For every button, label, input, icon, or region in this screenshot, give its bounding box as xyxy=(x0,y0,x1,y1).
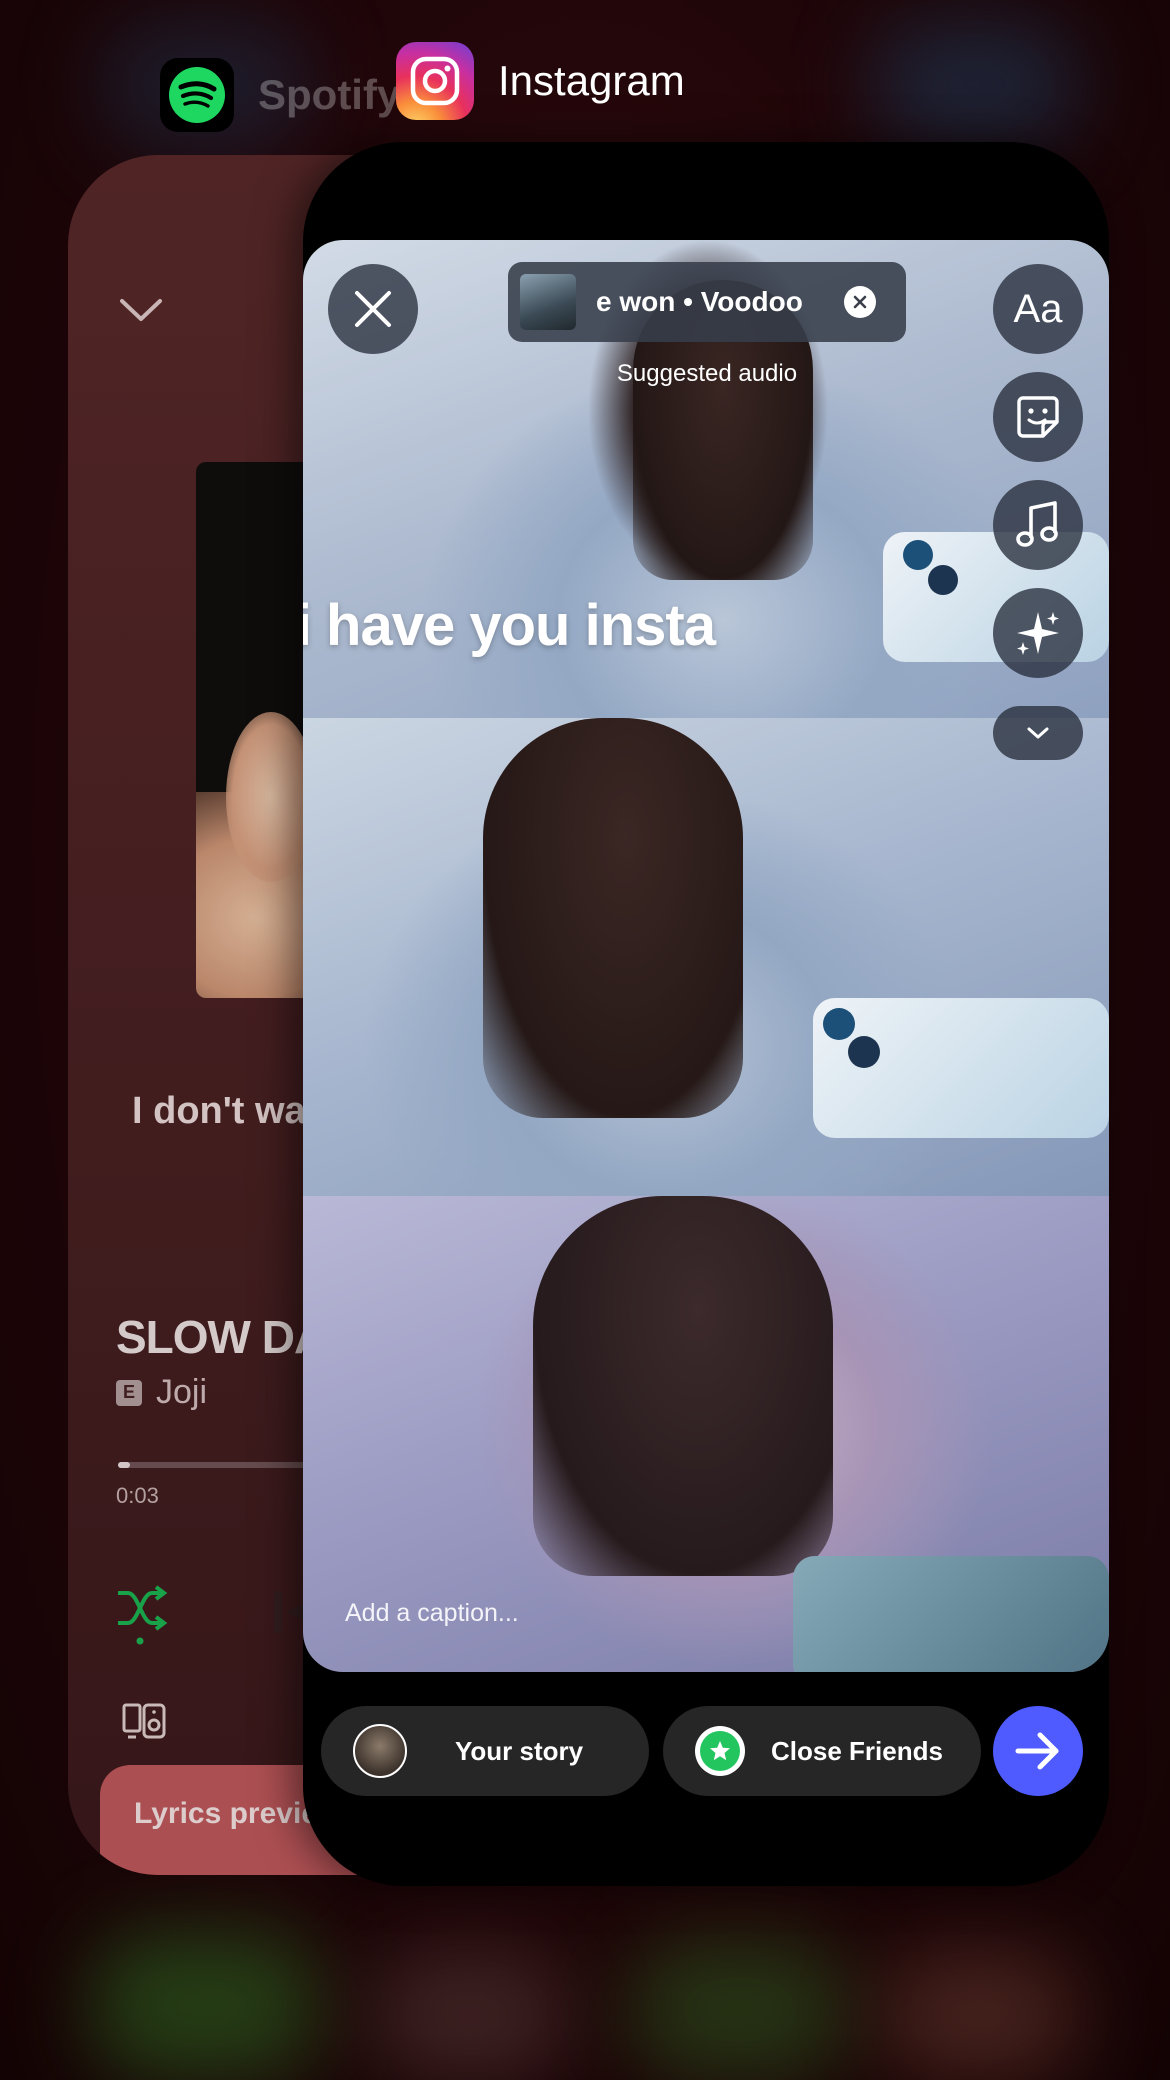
your-story-button[interactable]: Your story xyxy=(321,1706,649,1796)
effects-button[interactable] xyxy=(993,588,1083,678)
more-tools-button[interactable] xyxy=(993,706,1083,760)
instagram-app-icon xyxy=(396,42,474,120)
spotify-app-icon xyxy=(160,58,234,132)
caption-input[interactable]: Add a caption... xyxy=(345,1599,519,1628)
instagram-switcher-header: Instagram xyxy=(396,42,685,120)
story-text-overlay[interactable]: 🗣️ can i have you insta xyxy=(303,592,716,659)
instagram-app-card[interactable]: 🗣️ can i have you insta Add a caption...… xyxy=(303,142,1109,1886)
close-icon xyxy=(355,291,391,327)
suggested-audio-label: Suggested audio xyxy=(616,360,798,387)
instagram-app-label: Instagram xyxy=(498,57,685,104)
chevron-down-icon xyxy=(1027,727,1049,739)
sticker-button[interactable] xyxy=(993,372,1083,462)
music-button[interactable] xyxy=(993,480,1083,570)
star-icon xyxy=(710,1741,730,1761)
avatar xyxy=(353,1724,407,1778)
sparkles-icon xyxy=(1017,612,1059,655)
music-note-icon xyxy=(1016,501,1058,547)
photo-panel xyxy=(303,718,1109,1196)
send-button[interactable] xyxy=(993,1706,1083,1796)
audio-album-thumbnail xyxy=(520,274,576,330)
spotify-switcher-header: Spotify xyxy=(160,58,400,132)
story-photo-preview[interactable]: 🗣️ can i have you insta Add a caption... xyxy=(303,240,1109,1672)
overlay-text: can i have you insta xyxy=(303,593,716,658)
close-friends-button[interactable]: Close Friends xyxy=(663,1706,981,1796)
arrow-right-icon xyxy=(1015,1732,1059,1770)
sticker-icon xyxy=(1017,396,1059,438)
audio-pill[interactable]: e won • Voodoo xyxy=(508,262,906,342)
your-story-label: Your story xyxy=(455,1735,584,1766)
text-tool-label: Aa xyxy=(1013,286,1063,331)
audio-title: e won • Voodoo xyxy=(596,286,803,317)
close-button[interactable] xyxy=(328,264,418,354)
close-friends-label: Close Friends xyxy=(771,1735,943,1766)
clear-audio-icon xyxy=(853,295,867,309)
spotify-app-label: Spotify xyxy=(258,71,401,118)
close-friends-badge xyxy=(695,1726,745,1776)
clear-audio-button[interactable] xyxy=(844,286,876,318)
text-tool-button[interactable]: Aa xyxy=(993,264,1083,354)
